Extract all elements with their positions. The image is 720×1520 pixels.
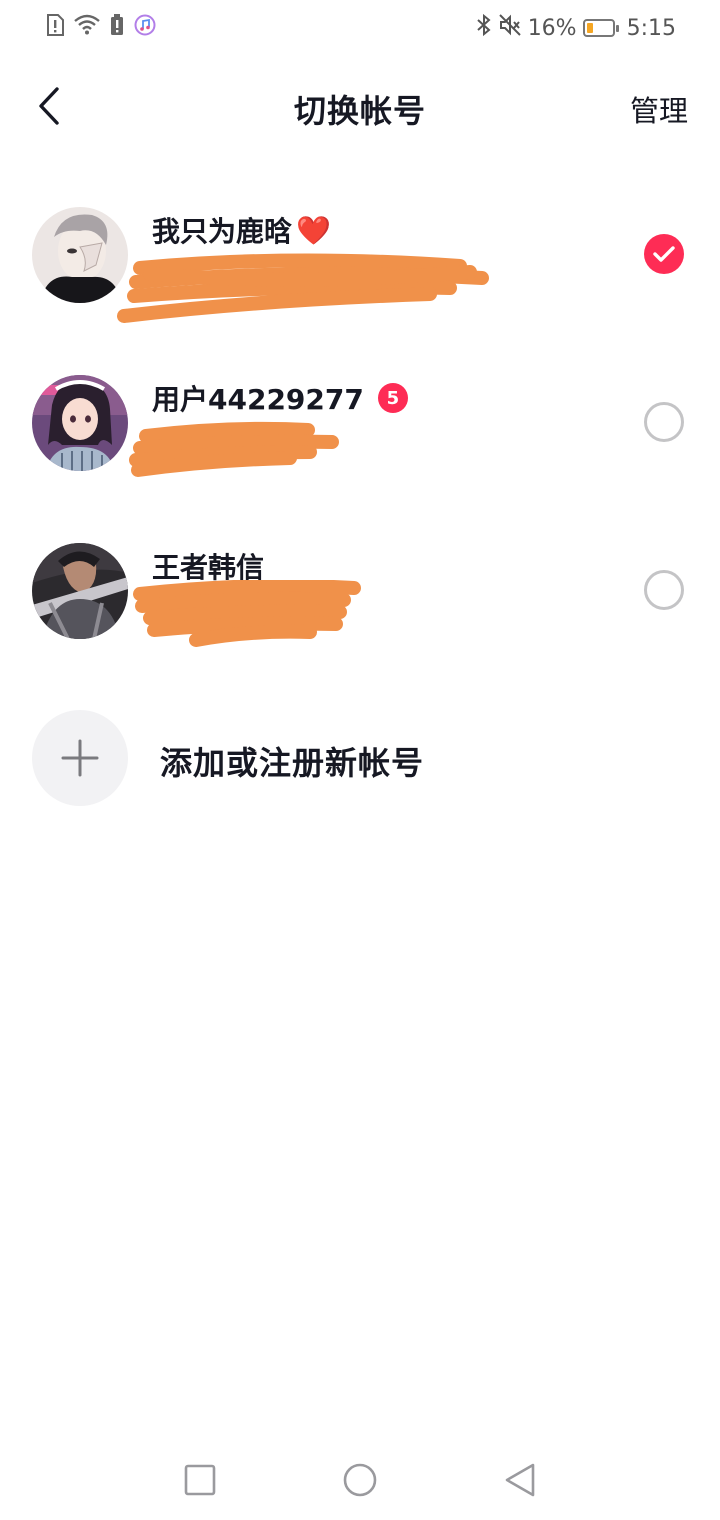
account-row[interactable]: 王者韩信 xyxy=(0,530,720,698)
recents-button[interactable] xyxy=(178,1458,222,1502)
manage-button[interactable]: 管理 xyxy=(630,88,688,130)
clock: 5:15 xyxy=(626,15,676,41)
account-row[interactable]: 我只为鹿晗 ❤️ xyxy=(0,194,720,362)
add-account-label: 添加或注册新帐号 xyxy=(160,744,425,782)
add-account-button[interactable] xyxy=(32,710,128,806)
check-icon xyxy=(653,246,675,262)
system-nav-bar xyxy=(0,1440,720,1520)
status-left-icons xyxy=(46,14,156,40)
account-row[interactable]: 用户44229277 5 xyxy=(0,362,720,530)
recents-square-icon xyxy=(184,1464,216,1496)
account-radio[interactable] xyxy=(644,402,684,442)
bluetooth-icon xyxy=(476,13,492,43)
plus-icon xyxy=(61,739,99,777)
redaction-scribble xyxy=(133,580,361,647)
page-title: 切换帐号 xyxy=(293,92,426,130)
status-bar: 16% 5:15 xyxy=(0,0,720,56)
sim-alert-icon xyxy=(46,14,64,40)
account-radio[interactable] xyxy=(644,570,684,610)
header: 切换帐号 管理 xyxy=(0,66,720,150)
add-account-row[interactable]: 添加或注册新帐号 xyxy=(0,710,720,806)
back-triangle-icon xyxy=(505,1463,535,1497)
music-icon xyxy=(134,14,156,40)
account-selected-check[interactable] xyxy=(644,234,684,274)
status-right-icons: 16% 5:15 xyxy=(476,13,676,43)
mute-icon xyxy=(498,13,522,43)
home-button[interactable] xyxy=(338,1458,382,1502)
wifi-icon xyxy=(74,14,100,40)
heart-emoji: ❤️ xyxy=(296,213,331,247)
unread-badge: 5 xyxy=(377,383,408,413)
account-list: 我只为鹿晗 ❤️ 用户44229277 5 王者韩信 xyxy=(0,194,720,698)
home-circle-icon xyxy=(343,1463,377,1497)
battery-percent: 16% xyxy=(527,15,577,41)
battery-level-fill xyxy=(586,23,593,33)
battery-icon xyxy=(582,19,619,37)
redaction-scribble xyxy=(117,253,489,323)
battery-alert-icon xyxy=(110,14,124,40)
back-nav-button[interactable] xyxy=(498,1458,542,1502)
redaction-scribble xyxy=(129,421,339,477)
